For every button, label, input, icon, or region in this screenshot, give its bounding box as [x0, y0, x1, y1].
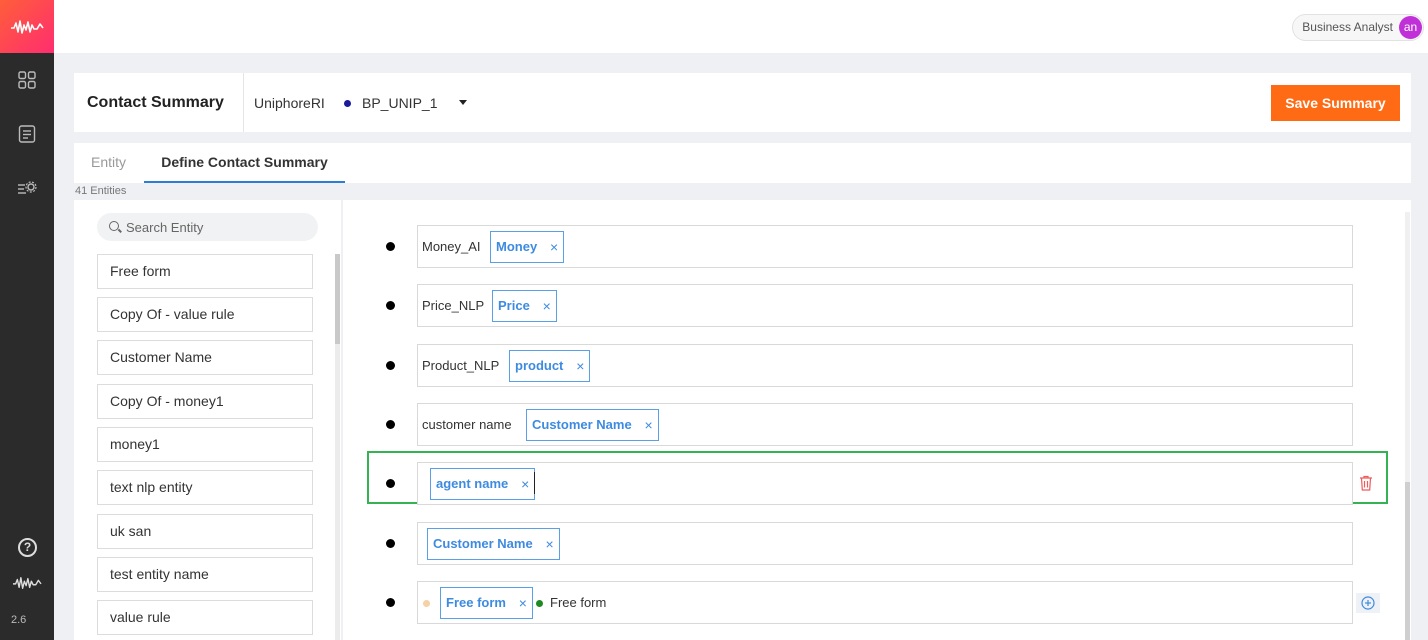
drag-dot-icon [423, 600, 430, 607]
summary-rule-row: Money_AI Money × [343, 225, 1403, 268]
tab-define-contact-summary[interactable]: Define Contact Summary [144, 143, 345, 183]
summary-rule-row: Price_NLP Price × [343, 284, 1403, 327]
entity-item[interactable]: Copy Of - money1 [97, 384, 313, 419]
add-rule-button[interactable] [1356, 593, 1380, 613]
chip-label: agent name [436, 476, 509, 491]
entity-item[interactable]: Copy Of - value rule [97, 297, 313, 332]
user-role: Business Analyst [1302, 20, 1393, 34]
chip-label: Customer Name [532, 417, 632, 432]
rule-label: Price_NLP [422, 298, 485, 313]
close-icon[interactable]: × [546, 529, 554, 559]
summary-rule-row-active: agent name × [343, 451, 1403, 505]
entity-chip: Money × [490, 231, 565, 263]
entity-chip: Customer Name × [427, 528, 560, 560]
entity-list-panel: Free form Copy Of - value rule Customer … [74, 200, 341, 640]
bullet-icon [386, 539, 395, 548]
search-input[interactable] [126, 213, 311, 241]
avatar: an [1399, 16, 1422, 39]
rule-label: Product_NLP [422, 358, 500, 373]
entity-item[interactable]: test entity name [97, 557, 313, 592]
bullet-icon [386, 361, 395, 370]
close-icon[interactable]: × [519, 588, 527, 618]
entity-item[interactable]: value rule [97, 600, 313, 635]
rule-input[interactable]: Free form × Free form [417, 581, 1353, 624]
rule-input[interactable]: Price_NLP Price × [417, 284, 1353, 327]
app-logo[interactable] [0, 0, 54, 53]
top-bar: Business Analyst an [54, 0, 1428, 53]
entity-chip: Free form × [440, 587, 533, 619]
entity-list-scrollbar[interactable] [335, 254, 340, 640]
entity-chip: product × [509, 350, 591, 382]
page-title: Contact Summary [87, 94, 224, 111]
close-icon[interactable]: × [521, 469, 529, 499]
rule-input[interactable]: Product_NLP product × [417, 344, 1353, 387]
entity-chip: agent name × [430, 468, 536, 500]
bullet-icon [386, 479, 395, 488]
chevron-down-icon[interactable] [459, 100, 467, 105]
header-divider [243, 73, 244, 132]
entity-chip: Price × [492, 290, 557, 322]
left-nav-rail: ? 2.6 [0, 0, 54, 640]
close-icon[interactable]: × [550, 232, 558, 262]
chip-label: Money [496, 239, 538, 254]
rule-input[interactable]: agent name × [417, 462, 1353, 505]
tab-bar: Entity Define Contact Summary [74, 143, 1411, 183]
rule-input[interactable]: Customer Name × [417, 522, 1353, 565]
close-icon[interactable]: × [645, 410, 653, 440]
scrollbar-thumb[interactable] [1405, 482, 1410, 640]
waveform-logo-icon [11, 19, 44, 34]
help-circle-icon[interactable]: ? [18, 538, 37, 557]
trash-icon[interactable] [1359, 475, 1373, 491]
entity-item[interactable]: Free form [97, 254, 313, 289]
chip-label: product [515, 358, 564, 373]
rule-label: customer name [422, 417, 512, 432]
search-icon [109, 221, 119, 231]
summary-rule-row: customer name Customer Name × [343, 403, 1403, 446]
variant-status-dot [344, 100, 351, 107]
summary-rule-row: Free form × Free form [343, 581, 1403, 624]
text-cursor [534, 472, 535, 494]
bullet-icon [386, 598, 395, 607]
chip-label: Price [498, 298, 530, 313]
summary-rules-panel: Money_AI Money × Price_NLP Price × Product… [343, 200, 1411, 640]
document-list-icon[interactable] [17, 124, 37, 144]
search-box [97, 213, 318, 241]
status-dot-icon [536, 600, 543, 607]
rule-label: Money_AI [422, 239, 481, 254]
rules-scrollbar[interactable] [1405, 212, 1410, 640]
rule-input[interactable]: Money_AI Money × [417, 225, 1353, 268]
user-role-menu[interactable]: Business Analyst an [1292, 14, 1424, 41]
bullet-icon [386, 420, 395, 429]
dashboard-grid-icon[interactable] [17, 70, 37, 90]
bullet-icon [386, 301, 395, 310]
app-version: 2.6 [11, 614, 27, 626]
close-icon[interactable]: × [543, 291, 551, 321]
chip-label: Free form [446, 595, 506, 610]
plus-circle-icon [1361, 596, 1375, 610]
bullet-icon [386, 242, 395, 251]
close-icon[interactable]: × [576, 351, 584, 381]
entity-item[interactable]: money1 [97, 427, 313, 462]
rule-input[interactable]: customer name Customer Name × [417, 403, 1353, 446]
entity-count: 41 Entities [75, 185, 127, 197]
scrollbar-thumb[interactable] [335, 254, 340, 344]
variant-select[interactable]: BP_UNIP_1 [362, 95, 437, 111]
page-header: Contact Summary UniphoreRI BP_UNIP_1 Sav… [74, 73, 1411, 132]
tab-entity[interactable]: Entity [91, 143, 126, 183]
entity-item[interactable]: Customer Name [97, 340, 313, 375]
free-form-text: Free form [550, 595, 607, 610]
summary-rule-row: Customer Name × [343, 522, 1403, 565]
summary-rule-row: Product_NLP product × [343, 344, 1403, 387]
save-summary-button[interactable]: Save Summary [1271, 85, 1400, 121]
entity-item[interactable]: uk san [97, 514, 313, 549]
entity-item[interactable]: text nlp entity [97, 470, 313, 505]
waveform-icon [11, 573, 43, 593]
entity-chip: Customer Name × [526, 409, 659, 441]
settings-list-icon[interactable] [17, 178, 37, 198]
chip-label: Customer Name [433, 536, 533, 551]
project-name: UniphoreRI [254, 95, 325, 111]
